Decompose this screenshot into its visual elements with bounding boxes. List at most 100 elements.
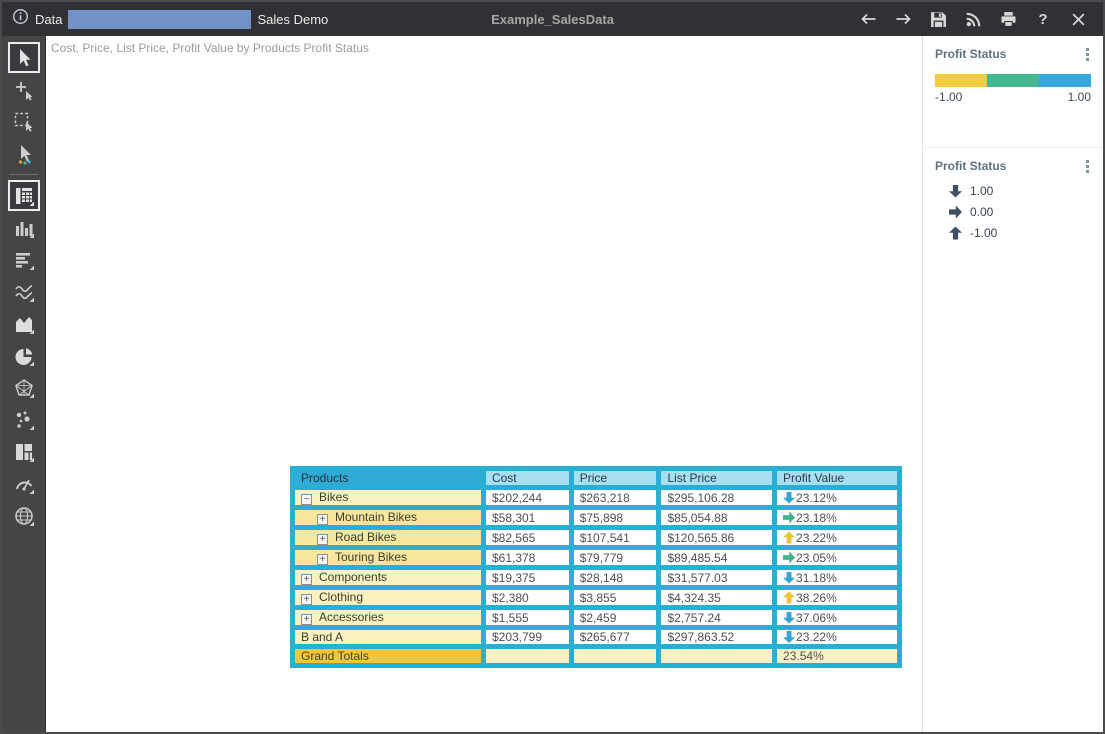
profit-value-cell: 23.05%: [775, 548, 900, 568]
tool-hbar-chart-icon[interactable]: [8, 244, 40, 275]
expand-toggle-icon[interactable]: +: [317, 534, 328, 545]
gradient-segment-1: [987, 74, 1039, 87]
column-header-price[interactable]: Price: [571, 469, 659, 488]
column-header-profit-value[interactable]: Profit Value: [775, 469, 900, 488]
price-cell: $107,541: [571, 528, 659, 548]
legend-item-label: -1.00: [970, 226, 997, 240]
price-cell: $79,779: [571, 548, 659, 568]
price-cell: $2,459: [571, 608, 659, 628]
cost-cell: $82,565: [483, 528, 571, 548]
arrow-right-icon: [949, 206, 962, 219]
tool-map-icon[interactable]: [8, 500, 40, 531]
cost-cell: $2,380: [483, 588, 571, 608]
tool-line-chart-icon[interactable]: [8, 276, 40, 307]
toolbar-divider: [9, 174, 38, 175]
arrow-up-icon: [783, 592, 795, 604]
table-row: B and A$203,799$265,677$297,863.5223.22%: [293, 628, 900, 647]
gradient-legend-menu-icon[interactable]: [1084, 47, 1091, 62]
tool-pivot-grid-icon[interactable]: [8, 180, 40, 211]
dashboard-canvas: Cost, Price, List Price, Profit Value by…: [46, 36, 922, 732]
profit-value-cell: 23.22%: [775, 528, 900, 548]
arrow-down-icon: [783, 492, 795, 504]
expand-toggle-icon[interactable]: +: [301, 594, 312, 605]
arrow-down-icon: [949, 185, 962, 198]
list-price-cell: $2,757.24: [659, 608, 775, 628]
tool-bar-chart-icon[interactable]: [8, 212, 40, 243]
gradient-legend-card: Profit Status -1.00 1.00: [923, 36, 1103, 148]
grand-totals-label: Grand Totals: [293, 647, 484, 666]
row-label-cell: −Bikes: [293, 488, 484, 508]
profit-value: 23.12%: [796, 491, 837, 505]
titlebar-actions: ?: [855, 6, 1091, 32]
profit-value: 38.26%: [796, 591, 837, 605]
legend-item: -1.00: [949, 226, 1091, 240]
arrow-up-icon: [949, 227, 962, 240]
profit-value-cell: 23.22%: [775, 628, 900, 647]
expand-toggle-icon[interactable]: +: [317, 554, 328, 565]
list-price-cell: $89,485.54: [659, 548, 775, 568]
tool-marquee-select-icon[interactable]: [8, 106, 40, 137]
column-header-cost[interactable]: Cost: [483, 469, 571, 488]
arrow-legend-title: Profit Status: [935, 159, 1006, 173]
cost-cell: $202,244: [483, 488, 571, 508]
tool-radar-chart-icon[interactable]: [8, 372, 40, 403]
collapse-toggle-icon[interactable]: −: [301, 494, 312, 505]
arrow-right-icon: [783, 512, 795, 524]
price-cell: $28,148: [571, 568, 659, 588]
expand-toggle-icon[interactable]: +: [317, 514, 328, 525]
tool-add-point-icon[interactable]: [8, 74, 40, 105]
legend-item: 0.00: [949, 205, 1091, 219]
row-label-cell: B and A: [293, 628, 484, 647]
cost-cell: $1,555: [483, 608, 571, 628]
row-label-cell: + Mountain Bikes: [293, 508, 484, 528]
tool-area-chart-icon[interactable]: [8, 308, 40, 339]
profit-value-cell: 31.18%: [775, 568, 900, 588]
cost-cell: $19,375: [483, 568, 571, 588]
profit-value-cell: 37.06%: [775, 608, 900, 628]
expand-toggle-icon[interactable]: +: [301, 574, 312, 585]
row-label-cell: +Touring Bikes: [293, 548, 484, 568]
tool-lasso-select-icon[interactable]: [8, 138, 40, 169]
tool-treemap-icon[interactable]: [8, 436, 40, 467]
tool-pointer-icon[interactable]: [8, 42, 40, 73]
profit-value: 37.06%: [796, 611, 837, 625]
title-bar: Data Sales Demo Example_SalesData ?: [2, 2, 1103, 36]
arrow-legend-menu-icon[interactable]: [1084, 159, 1091, 174]
forward-button[interactable]: [890, 6, 916, 32]
chart-title: Cost, Price, List Price, Profit Value by…: [51, 41, 369, 55]
row-label-cell: + Clothing: [293, 588, 484, 608]
gradient-color-bar: [935, 74, 1091, 87]
redacted-data-source-name: [68, 10, 251, 29]
tool-pie-chart-icon[interactable]: [8, 340, 40, 371]
info-icon[interactable]: [12, 8, 29, 30]
list-price-cell: $295,106.28: [659, 488, 775, 508]
column-header-products[interactable]: Products: [293, 469, 484, 488]
legend-item: 1.00: [949, 184, 1091, 198]
grand-totals-row: Grand Totals23.54%: [293, 647, 900, 666]
column-header-list-price[interactable]: List Price: [659, 469, 775, 488]
tool-scatter-chart-icon[interactable]: [8, 404, 40, 435]
grand-list-price-cell: [659, 647, 775, 666]
help-button[interactable]: ?: [1030, 6, 1056, 32]
arrow-down-icon: [783, 612, 795, 624]
feed-button[interactable]: [960, 6, 986, 32]
grand-price-cell: [571, 647, 659, 666]
row-label: Accessories: [319, 610, 384, 624]
price-cell: $265,677: [571, 628, 659, 647]
profit-value: 23.05%: [796, 551, 837, 565]
back-button[interactable]: [855, 6, 881, 32]
profit-value-cell: 38.26%: [775, 588, 900, 608]
app-window: Data Sales Demo Example_SalesData ? Cost…: [0, 0, 1105, 734]
expand-toggle-icon[interactable]: +: [301, 614, 312, 625]
profit-value-cell: 23.12%: [775, 488, 900, 508]
print-button[interactable]: [995, 6, 1021, 32]
list-price-cell: $85,054.88: [659, 508, 775, 528]
row-label: Clothing: [319, 590, 363, 604]
tool-gauge-icon[interactable]: [8, 468, 40, 499]
save-button[interactable]: [925, 6, 951, 32]
table-row: +Mountain Bikes$58,301$75,898$85,054.882…: [293, 508, 900, 528]
close-button[interactable]: [1065, 6, 1091, 32]
row-label: Mountain Bikes: [335, 510, 417, 524]
legend-item-label: 1.00: [970, 184, 993, 198]
profit-value: 23.22%: [796, 630, 837, 644]
